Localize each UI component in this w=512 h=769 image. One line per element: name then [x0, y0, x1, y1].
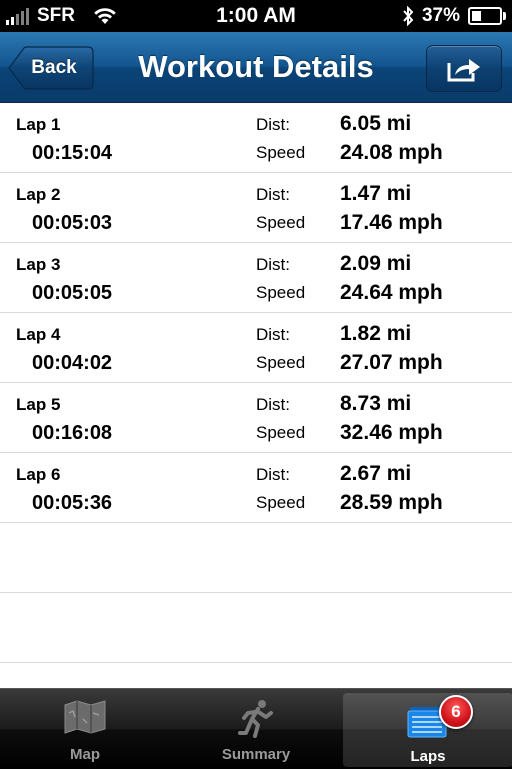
tab-summary[interactable]: Summary	[171, 689, 341, 769]
distance-label: Dist:	[256, 255, 290, 274]
distance-value: 1.47 mi	[340, 182, 412, 205]
speed-value: 24.64 mph	[340, 281, 443, 304]
distance-label: Dist:	[256, 115, 290, 134]
lap-name: Lap 5	[16, 395, 61, 414]
lap-row[interactable]: Lap 1 00:15:04 Dist: Speed 6.05 mi 24.08…	[0, 103, 512, 173]
speed-value: 28.59 mph	[340, 491, 443, 514]
lap-row[interactable]: Lap 2 00:05:03 Dist: Speed 1.47 mi 17.46…	[0, 173, 512, 243]
lap-duration: 00:05:05	[32, 282, 113, 304]
speed-value: 24.08 mph	[340, 141, 443, 164]
battery-level	[472, 11, 481, 21]
lap-duration: 00:16:08	[32, 422, 113, 444]
navigation-bar: Back Workout Details	[0, 32, 512, 103]
distance-value: 2.09 mi	[340, 252, 412, 275]
speed-label: Speed	[256, 423, 306, 442]
speed-label: Speed	[256, 143, 306, 162]
distance-value: 6.05 mi	[340, 112, 412, 135]
speed-label: Speed	[256, 213, 306, 232]
speed-value: 32.46 mph	[340, 421, 443, 444]
empty-row	[0, 523, 512, 593]
lap-duration: 00:04:02	[32, 352, 113, 374]
laps-list: Lap 1 00:15:04 Dist: Speed 6.05 mi 24.08…	[0, 103, 512, 663]
tab-label: Summary	[221, 746, 291, 763]
lap-duration: 00:05:36	[32, 492, 113, 514]
distance-label: Dist:	[256, 325, 290, 344]
lap-row[interactable]: Lap 5 00:16:08 Dist: Speed 8.73 mi 32.46…	[0, 383, 512, 453]
tab-label: Laps	[410, 748, 446, 765]
lap-row[interactable]: Lap 4 00:04:02 Dist: Speed 1.82 mi 27.07…	[0, 313, 512, 383]
distance-label: Dist:	[256, 395, 290, 414]
share-icon	[447, 58, 480, 81]
battery-icon	[468, 7, 506, 25]
distance-value: 8.73 mi	[340, 392, 412, 415]
speed-value: 17.46 mph	[340, 211, 443, 234]
speed-label: Speed	[256, 283, 306, 302]
tab-map[interactable]: Map	[0, 689, 170, 769]
lap-row[interactable]: Lap 6 00:05:36 Dist: Speed 2.67 mi 28.59…	[0, 453, 512, 523]
speed-value: 27.07 mph	[340, 351, 443, 374]
status-bar: SFR 1:00 AM 37%	[0, 0, 512, 32]
lap-duration: 00:05:03	[32, 212, 113, 234]
share-button[interactable]	[426, 45, 502, 92]
tab-laps[interactable]: 6 Laps	[343, 693, 512, 767]
lap-name: Lap 6	[16, 465, 61, 484]
speed-label: Speed	[256, 353, 306, 372]
distance-label: Dist:	[256, 465, 290, 484]
battery-percent: 37%	[421, 5, 460, 26]
distance-label: Dist:	[256, 185, 290, 204]
tab-bar: Map Summary 6 Laps	[0, 688, 512, 769]
tab-label: Map	[70, 746, 100, 763]
distance-value: 1.82 mi	[340, 322, 412, 345]
distance-value: 2.67 mi	[340, 462, 412, 485]
empty-row	[0, 593, 512, 663]
lap-duration: 00:15:04	[32, 142, 113, 164]
speed-label: Speed	[256, 493, 306, 512]
map-icon	[64, 700, 106, 734]
bluetooth-icon	[403, 6, 414, 26]
lap-name: Lap 4	[16, 325, 61, 344]
runner-icon	[238, 700, 273, 738]
lap-name: Lap 2	[16, 185, 61, 204]
lap-name: Lap 1	[16, 115, 61, 134]
lap-name: Lap 3	[16, 255, 61, 274]
laps-badge: 6	[439, 695, 473, 729]
status-right: 37%	[402, 0, 506, 32]
lap-row[interactable]: Lap 3 00:05:05 Dist: Speed 2.09 mi 24.64…	[0, 243, 512, 313]
